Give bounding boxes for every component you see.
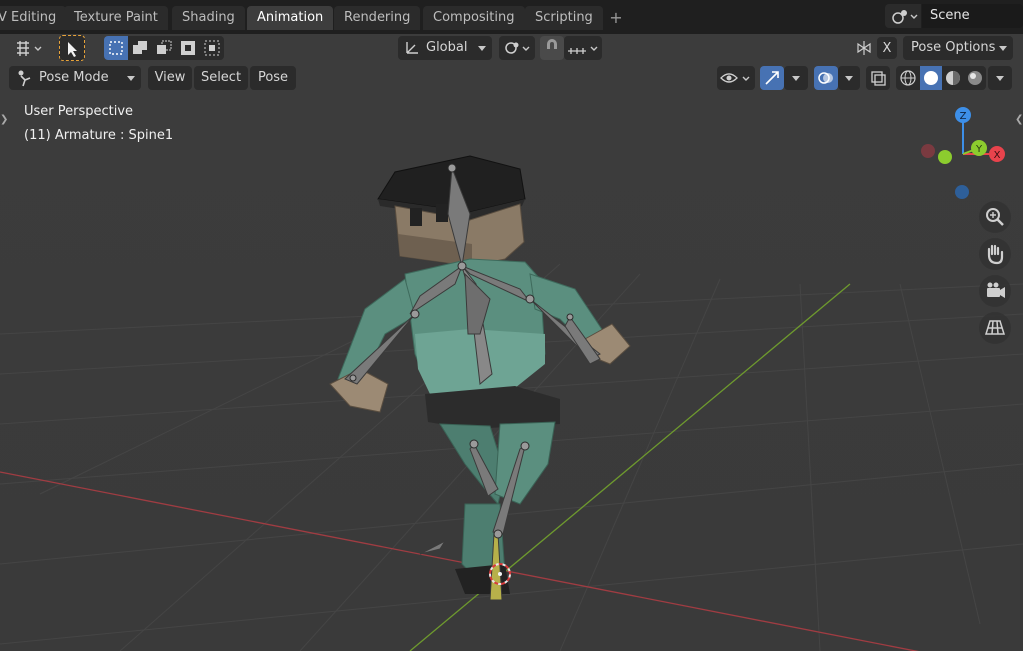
select-mode-subtract-button[interactable] xyxy=(152,36,176,60)
eye-icon xyxy=(720,73,750,83)
neg-y-axis-handle[interactable] xyxy=(938,150,952,164)
gizmo-toggle-button[interactable] xyxy=(760,66,784,90)
menu-pose[interactable]: Pose xyxy=(250,66,296,90)
pose-options-dropdown[interactable]: Pose Options xyxy=(903,36,1013,60)
pivot-point-dropdown[interactable] xyxy=(499,36,535,60)
shading-solid-button[interactable] xyxy=(920,66,942,90)
scene-selector[interactable]: Scene xyxy=(885,4,1023,28)
select-tool-button[interactable] xyxy=(59,35,85,61)
magnet-icon xyxy=(547,39,557,49)
viewport-canvas[interactable] xyxy=(0,34,1023,651)
x-axis-label: X xyxy=(994,150,1001,161)
tab-rendering[interactable]: Rendering xyxy=(334,6,421,30)
cursor-select-icon xyxy=(68,42,77,57)
xray-icon xyxy=(871,71,886,86)
butterfly-mirror-icon xyxy=(857,41,871,55)
transform-orientation-value: Global xyxy=(426,40,468,55)
shading-wireframe-button[interactable] xyxy=(896,66,920,90)
pose-mode-icon xyxy=(18,70,31,87)
gizmo-arrow-icon xyxy=(765,71,779,85)
gizmo-dropdown[interactable] xyxy=(784,66,808,90)
overlay-circles-icon xyxy=(818,72,833,84)
scene-name-field[interactable]: Scene xyxy=(922,4,1023,28)
x-mirror-label: X xyxy=(882,41,892,56)
transform-orientation-dropdown[interactable]: Global xyxy=(398,36,492,60)
orientation-icon xyxy=(406,42,418,54)
wireframe-sphere-icon xyxy=(900,70,916,86)
select-mode-invert-button[interactable] xyxy=(176,36,200,60)
mode-label: Pose Mode xyxy=(39,70,109,85)
snap-increment-icon xyxy=(568,46,598,54)
scene-browse-button[interactable] xyxy=(885,4,921,28)
zoom-button[interactable] xyxy=(979,201,1011,233)
rendered-sphere-icon xyxy=(968,71,982,85)
chevron-down-icon xyxy=(999,46,1007,51)
ortho-toggle-button[interactable] xyxy=(979,312,1011,344)
tab-uv-editing[interactable]: V Editing xyxy=(0,6,67,30)
overlays-toggle-button[interactable] xyxy=(814,66,838,90)
solid-sphere-icon xyxy=(924,71,938,85)
workspace-topbar: V Editing Texture Paint Shading Animatio… xyxy=(0,0,1023,34)
add-workspace-button[interactable]: + xyxy=(606,8,626,28)
shading-material-button[interactable] xyxy=(942,66,964,90)
grid-ortho-icon xyxy=(984,320,1006,335)
xray-toggle-button[interactable] xyxy=(866,66,890,90)
select-mode-extend-button[interactable] xyxy=(128,36,152,60)
camera-view-button[interactable] xyxy=(979,275,1011,307)
interaction-mode-dropdown[interactable]: Pose Mode xyxy=(9,66,141,90)
select-intersect-icon xyxy=(204,40,220,56)
navigation-gizmo[interactable]: Z Y X xyxy=(913,102,1023,212)
z-axis-label: Z xyxy=(960,111,967,122)
material-sphere-icon xyxy=(946,71,960,85)
view-perspective-label: User Perspective xyxy=(24,104,134,119)
camera-icon xyxy=(987,282,1005,298)
visibility-dropdown[interactable] xyxy=(717,66,755,90)
editor-type-icon xyxy=(17,41,42,56)
snap-target-dropdown[interactable] xyxy=(564,36,602,60)
select-extend-icon xyxy=(133,41,147,54)
select-invert-icon xyxy=(181,41,195,55)
y-axis-label: Y xyxy=(975,144,983,155)
3d-viewport[interactable]: ❯ ❮ Global X Pose Options Pose Mode View… xyxy=(0,34,1023,651)
tab-compositing[interactable]: Compositing xyxy=(423,6,525,30)
hand-pan-icon xyxy=(987,244,1004,265)
menu-select[interactable]: Select xyxy=(194,66,248,90)
zoom-icon xyxy=(986,208,1004,226)
neg-x-axis-handle[interactable] xyxy=(921,144,935,158)
chevron-down-icon xyxy=(127,76,135,81)
shading-dropdown[interactable] xyxy=(988,66,1012,90)
chevron-down-icon xyxy=(478,46,486,51)
editor-type-button[interactable] xyxy=(9,36,47,60)
chevron-down-icon xyxy=(845,76,853,81)
select-new-icon xyxy=(109,41,123,55)
mirror-axis-button[interactable] xyxy=(852,36,876,60)
chevron-down-icon xyxy=(996,76,1004,81)
chevron-down-icon xyxy=(792,76,800,81)
overlays-dropdown[interactable] xyxy=(838,66,860,90)
snap-toggle-button[interactable] xyxy=(540,36,564,60)
select-mode-new-button[interactable] xyxy=(104,36,128,60)
scene-icon xyxy=(892,10,918,24)
pose-options-label: Pose Options xyxy=(911,40,996,55)
pivot-point-icon xyxy=(505,42,530,54)
tab-scripting[interactable]: Scripting xyxy=(525,6,603,30)
toolbar-expand-icon[interactable]: ❯ xyxy=(0,114,8,128)
tab-animation[interactable]: Animation xyxy=(247,6,334,30)
select-mode-intersect-button[interactable] xyxy=(200,36,224,60)
tab-shading[interactable]: Shading xyxy=(172,6,245,30)
select-subtract-icon xyxy=(157,40,172,54)
pan-button[interactable] xyxy=(979,238,1011,270)
active-object-info: (11) Armature : Spine1 xyxy=(24,128,174,143)
shading-rendered-button[interactable] xyxy=(964,66,986,90)
tab-texture-paint[interactable]: Texture Paint xyxy=(64,6,168,30)
menu-view[interactable]: View xyxy=(148,66,192,90)
x-mirror-toggle[interactable]: X xyxy=(877,37,897,59)
neg-z-axis-handle[interactable] xyxy=(955,185,969,199)
